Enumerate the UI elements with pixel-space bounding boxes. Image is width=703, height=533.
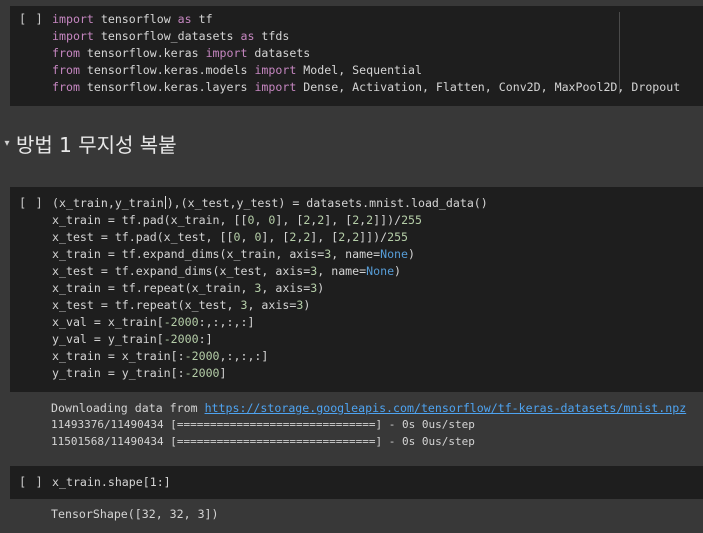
code-line: x_test = tf.expand_dims(x_test, axis=3, … <box>52 264 402 278</box>
collapse-chevron-icon[interactable]: ▾ <box>0 138 14 149</box>
code-cell-imports[interactable]: [ ] import tensorflow as tf import tenso… <box>10 6 703 106</box>
code-line: from tensorflow.keras import datasets <box>52 46 311 60</box>
code-line: y_train = y_train[:-2000] <box>52 366 227 380</box>
code-line: y_val = y_train[-2000:] <box>52 332 213 346</box>
progress-line: 11501568/11490434 [=====================… <box>51 435 475 448</box>
code-line: x_train = tf.expand_dims(x_train, axis=3… <box>52 247 415 261</box>
code-line: x_test = tf.repeat(x_test, 3, axis=3) <box>52 298 311 312</box>
run-cell-button[interactable]: [ ] <box>19 474 44 491</box>
download-line: Downloading data from https://storage.go… <box>51 401 687 415</box>
code-line: x_train = tf.repeat(x_train, 3, axis=3) <box>52 281 325 295</box>
code-cell-shape[interactable]: [ ] x_train.shape[1:] <box>10 466 703 499</box>
code-line: import tensorflow as tf <box>52 12 213 26</box>
code-line: x_train = tf.pad(x_train, [[0, 0], [2,2]… <box>52 213 423 227</box>
code-line: x_test = tf.pad(x_test, [[0, 0], [2,2], … <box>52 230 409 244</box>
code-line: from tensorflow.keras.models import Mode… <box>52 63 422 77</box>
code-line: from tensorflow.keras.layers import Dens… <box>52 80 681 94</box>
run-cell-button[interactable]: [ ] <box>19 195 44 212</box>
code-editor-data-prep[interactable]: (x_train,y_train),(x_test,y_test) = data… <box>52 195 488 382</box>
code-line: x_train = x_train[:-2000,:,:,:] <box>52 349 269 363</box>
code-line: (x_train,y_train),(x_test,y_test) = data… <box>52 196 488 210</box>
code-editor-shape[interactable]: x_train.shape[1:] <box>52 474 171 491</box>
dataset-url-link[interactable]: https://storage.googleapis.com/tensorflo… <box>205 401 687 415</box>
code-line: x_val = x_train[-2000:,:,:,:] <box>52 315 255 329</box>
cell-output-download: Downloading data from https://storage.go… <box>51 400 686 450</box>
code-editor-imports[interactable]: import tensorflow as tf import tensorflo… <box>52 11 680 96</box>
notebook-page: [ ] import tensorflow as tf import tenso… <box>0 0 703 533</box>
progress-line: 11493376/11490434 [=====================… <box>51 418 475 431</box>
section-title: 방법 1 무지성 복붙 <box>16 132 177 157</box>
code-cell-data-prep[interactable]: [ ] (x_train,y_train),(x_test,y_test) = … <box>10 187 703 392</box>
code-line: import tensorflow_datasets as tfds <box>52 29 290 43</box>
cell-output-shape: TensorShape([32, 32, 3]) <box>51 507 219 521</box>
run-cell-button[interactable]: [ ] <box>19 11 44 28</box>
section-heading[interactable]: ▾ 방법 1 무지성 복붙 <box>0 128 177 158</box>
text-cursor <box>164 196 166 209</box>
